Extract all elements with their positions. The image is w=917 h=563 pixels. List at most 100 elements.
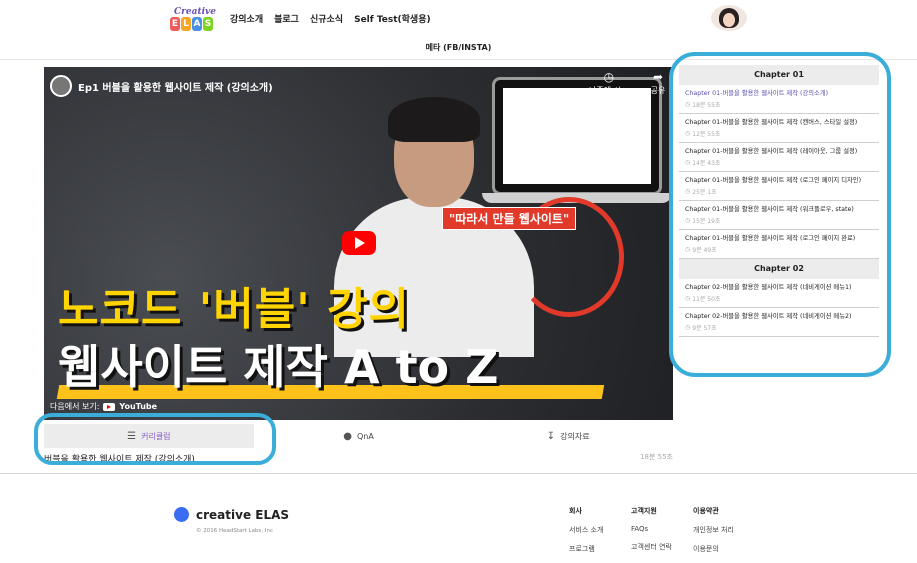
lesson-title: Chapter 02-버블을 활용한 웹사이트 제작 (네비게이션 메뉴2) bbox=[685, 313, 852, 320]
share-icon: ➦ bbox=[652, 70, 664, 84]
laptop-screen bbox=[503, 88, 651, 184]
lesson-duration: 25분 1초 bbox=[692, 189, 717, 196]
lesson-title: Chapter 01-버블을 활용한 웹사이트 제작 (로그인 페이지 디자인) bbox=[685, 177, 862, 184]
tab-label: QnA bbox=[356, 431, 374, 441]
main-nav: 강의소개 블로그 신규소식 Self Test(학생용) bbox=[230, 12, 431, 25]
site-header: Creative E L A S 강의소개 블로그 신규소식 Self Test… bbox=[0, 0, 917, 60]
footer-brand-name: creative ELAS bbox=[196, 507, 290, 522]
lesson-item[interactable]: Chapter 01-버블을 활용한 웹사이트 제작 (강의소개) ◷ 18분 5… bbox=[679, 85, 879, 114]
user-avatar[interactable] bbox=[711, 5, 747, 31]
brand-dot-icon bbox=[174, 507, 189, 522]
logo-letter: L bbox=[181, 17, 191, 31]
lesson-duration: 11분 50초 bbox=[692, 296, 721, 303]
tab-label: 커리큘럼 bbox=[141, 431, 171, 441]
lesson-item[interactable]: Chapter 02-버블을 활용한 웹사이트 제작 (네비게이션 메뉴1) ◷… bbox=[679, 279, 879, 308]
tab-qna[interactable]: ● QnA bbox=[254, 424, 464, 448]
youtube-icon bbox=[103, 402, 116, 411]
lesson-duration: 18분 55초 bbox=[692, 102, 721, 109]
clock-icon: ◷ bbox=[685, 130, 691, 137]
play-button[interactable] bbox=[342, 231, 376, 255]
lesson-title: Chapter 01-버블을 활용한 웹사이트 제작 (레이아웃, 그룹 설정) bbox=[685, 148, 858, 155]
current-lecture-title: 버블을 활용한 웹사이트 제작 (강의소개) bbox=[44, 455, 195, 465]
logo-script-text: Creative bbox=[174, 7, 216, 17]
lecture-tabs: ☰ 커리큘럼 ● QnA ↧ 강의자료 bbox=[44, 424, 673, 448]
lesson-item[interactable]: Chapter 01-버블을 활용한 웹사이트 제작 (로그인 페이지 디자인)… bbox=[679, 172, 879, 201]
watch-later-label: 나중에 시... bbox=[589, 86, 629, 95]
clock-icon: ◷ bbox=[685, 217, 691, 224]
current-lecture: 버블을 활용한 웹사이트 제작 (강의소개) 18분 55초 bbox=[44, 452, 673, 465]
tab-materials[interactable]: ↧ 강의자료 bbox=[463, 424, 673, 448]
share-label: 공유 bbox=[650, 86, 666, 95]
watch-on-youtube[interactable]: 다음에서 보기: YouTube bbox=[50, 401, 157, 412]
logo-letter: S bbox=[203, 17, 213, 31]
clock-icon: ◷ bbox=[685, 324, 691, 331]
lesson-duration: 9분 57초 bbox=[692, 325, 717, 332]
chapter-header[interactable]: Chapter 02 bbox=[679, 259, 879, 279]
footer-link[interactable]: 프로그램 bbox=[569, 544, 603, 554]
logo-letter: A bbox=[192, 17, 202, 31]
chat-icon: ● bbox=[343, 430, 352, 442]
site-footer: creative ELAS © 2016 HeadStart Labs, Inc… bbox=[0, 473, 917, 563]
clock-icon: ◷ bbox=[685, 159, 691, 166]
download-icon: ↧ bbox=[546, 430, 556, 442]
nav-item-self-test[interactable]: Self Test(학생용) bbox=[354, 12, 431, 25]
footer-heading: 고객지원 bbox=[631, 507, 657, 515]
current-lecture-duration: 18분 55초 bbox=[640, 453, 673, 461]
video-actions: ◷ 나중에 시... ➦ 공유 bbox=[589, 71, 665, 96]
lesson-title: Chapter 02-버블을 활용한 웹사이트 제작 (네비게이션 메뉴1) bbox=[685, 284, 852, 291]
footer-heading: 회사 bbox=[569, 507, 582, 515]
lesson-item[interactable]: Chapter 01-버블을 활용한 웹사이트 제작 (캔버스, 스타일 설정)… bbox=[679, 114, 879, 143]
nav-item-news[interactable]: 신규소식 bbox=[310, 12, 343, 25]
youtube-label: YouTube bbox=[119, 402, 158, 411]
footer-brand[interactable]: creative ELAS bbox=[174, 507, 289, 522]
watch-later-button[interactable]: ◷ 나중에 시... bbox=[589, 71, 629, 96]
footer-column-company: 회사 서비스 소개 프로그램 bbox=[569, 506, 603, 563]
curriculum-panel: Chapter 01 Chapter 01-버블을 활용한 웹사이트 제작 (강… bbox=[679, 65, 879, 355]
avatar-face bbox=[723, 13, 735, 27]
share-button[interactable]: ➦ 공유 bbox=[651, 71, 666, 96]
footer-link[interactable]: 이용문의 bbox=[693, 544, 734, 554]
footer-link[interactable]: 서비스 소개 bbox=[569, 525, 603, 535]
lesson-duration: 9분 49초 bbox=[692, 247, 717, 254]
footer-heading: 이용약관 bbox=[693, 507, 719, 515]
video-ribbon-label: "따라서 만들 웹사이트" bbox=[442, 207, 577, 230]
footer-link[interactable]: 고객센터 연락 bbox=[631, 542, 672, 552]
copyright: © 2016 HeadStart Labs, Inc bbox=[196, 528, 273, 534]
footer-link[interactable]: FAQs bbox=[631, 525, 672, 533]
video-title[interactable]: Ep1 버블을 활용한 웹사이트 제작 (강의소개) bbox=[78, 79, 273, 94]
lesson-duration: 12분 55초 bbox=[692, 131, 721, 138]
nav-item-meta[interactable]: 메타 (FB/INSTA) bbox=[0, 42, 917, 53]
logo-letters: E L A S bbox=[170, 17, 213, 33]
site-logo[interactable]: Creative E L A S bbox=[170, 7, 222, 33]
video-title-bar: Ep1 버블을 활용한 웹사이트 제작 (강의소개) bbox=[50, 71, 273, 101]
lesson-item[interactable]: Chapter 02-버블을 활용한 웹사이트 제작 (네비게이션 메뉴2) ◷… bbox=[679, 308, 879, 337]
nav-item-blog[interactable]: 블로그 bbox=[274, 12, 299, 25]
tab-label: 강의자료 bbox=[560, 431, 590, 441]
clock-icon: ◷ bbox=[685, 188, 691, 195]
chapter-header[interactable]: Chapter 01 bbox=[679, 65, 879, 85]
footer-column-support: 고객지원 FAQs 고객센터 연락 bbox=[631, 506, 672, 561]
lesson-title: Chapter 01-버블을 활용한 웹사이트 제작 (강의소개) bbox=[685, 90, 829, 97]
nav-item-course-intro[interactable]: 강의소개 bbox=[230, 12, 263, 25]
watch-on-label: 다음에서 보기: bbox=[50, 402, 100, 411]
lesson-item[interactable]: Chapter 01-버블을 활용한 웹사이트 제작 (로그인 페이지 완료) … bbox=[679, 230, 879, 259]
logo-letter: E bbox=[170, 17, 180, 31]
layers-icon: ☰ bbox=[127, 430, 137, 442]
lesson-item[interactable]: Chapter 01-버블을 활용한 웹사이트 제작 (워크플로우, state… bbox=[679, 201, 879, 230]
tab-curriculum[interactable]: ☰ 커리큘럼 bbox=[44, 424, 254, 448]
lesson-duration: 14분 43초 bbox=[692, 160, 721, 167]
clock-icon: ◷ bbox=[603, 70, 615, 84]
lesson-title: Chapter 01-버블을 활용한 웹사이트 제작 (캔버스, 스타일 설정) bbox=[685, 119, 858, 126]
presenter-hair bbox=[388, 97, 480, 142]
clock-icon: ◷ bbox=[685, 295, 691, 302]
video-headline-2: 웹사이트 제작 A to Z bbox=[58, 340, 499, 394]
lesson-title: Chapter 01-버블을 활용한 웹사이트 제작 (워크플로우, state… bbox=[685, 206, 854, 213]
footer-link[interactable]: 개인정보 처리 bbox=[693, 525, 734, 535]
lesson-item[interactable]: Chapter 01-버블을 활용한 웹사이트 제작 (레이아웃, 그룹 설정)… bbox=[679, 143, 879, 172]
clock-icon: ◷ bbox=[685, 246, 691, 253]
video-player[interactable]: "따라서 만들 웹사이트" 노코드 '버블' 강의 웹사이트 제작 A to Z… bbox=[44, 67, 673, 420]
channel-avatar[interactable] bbox=[50, 75, 72, 97]
lesson-duration: 15분 19초 bbox=[692, 218, 721, 225]
footer-column-terms: 이용약관 개인정보 처리 이용문의 bbox=[693, 506, 734, 563]
clock-icon: ◷ bbox=[685, 101, 691, 108]
